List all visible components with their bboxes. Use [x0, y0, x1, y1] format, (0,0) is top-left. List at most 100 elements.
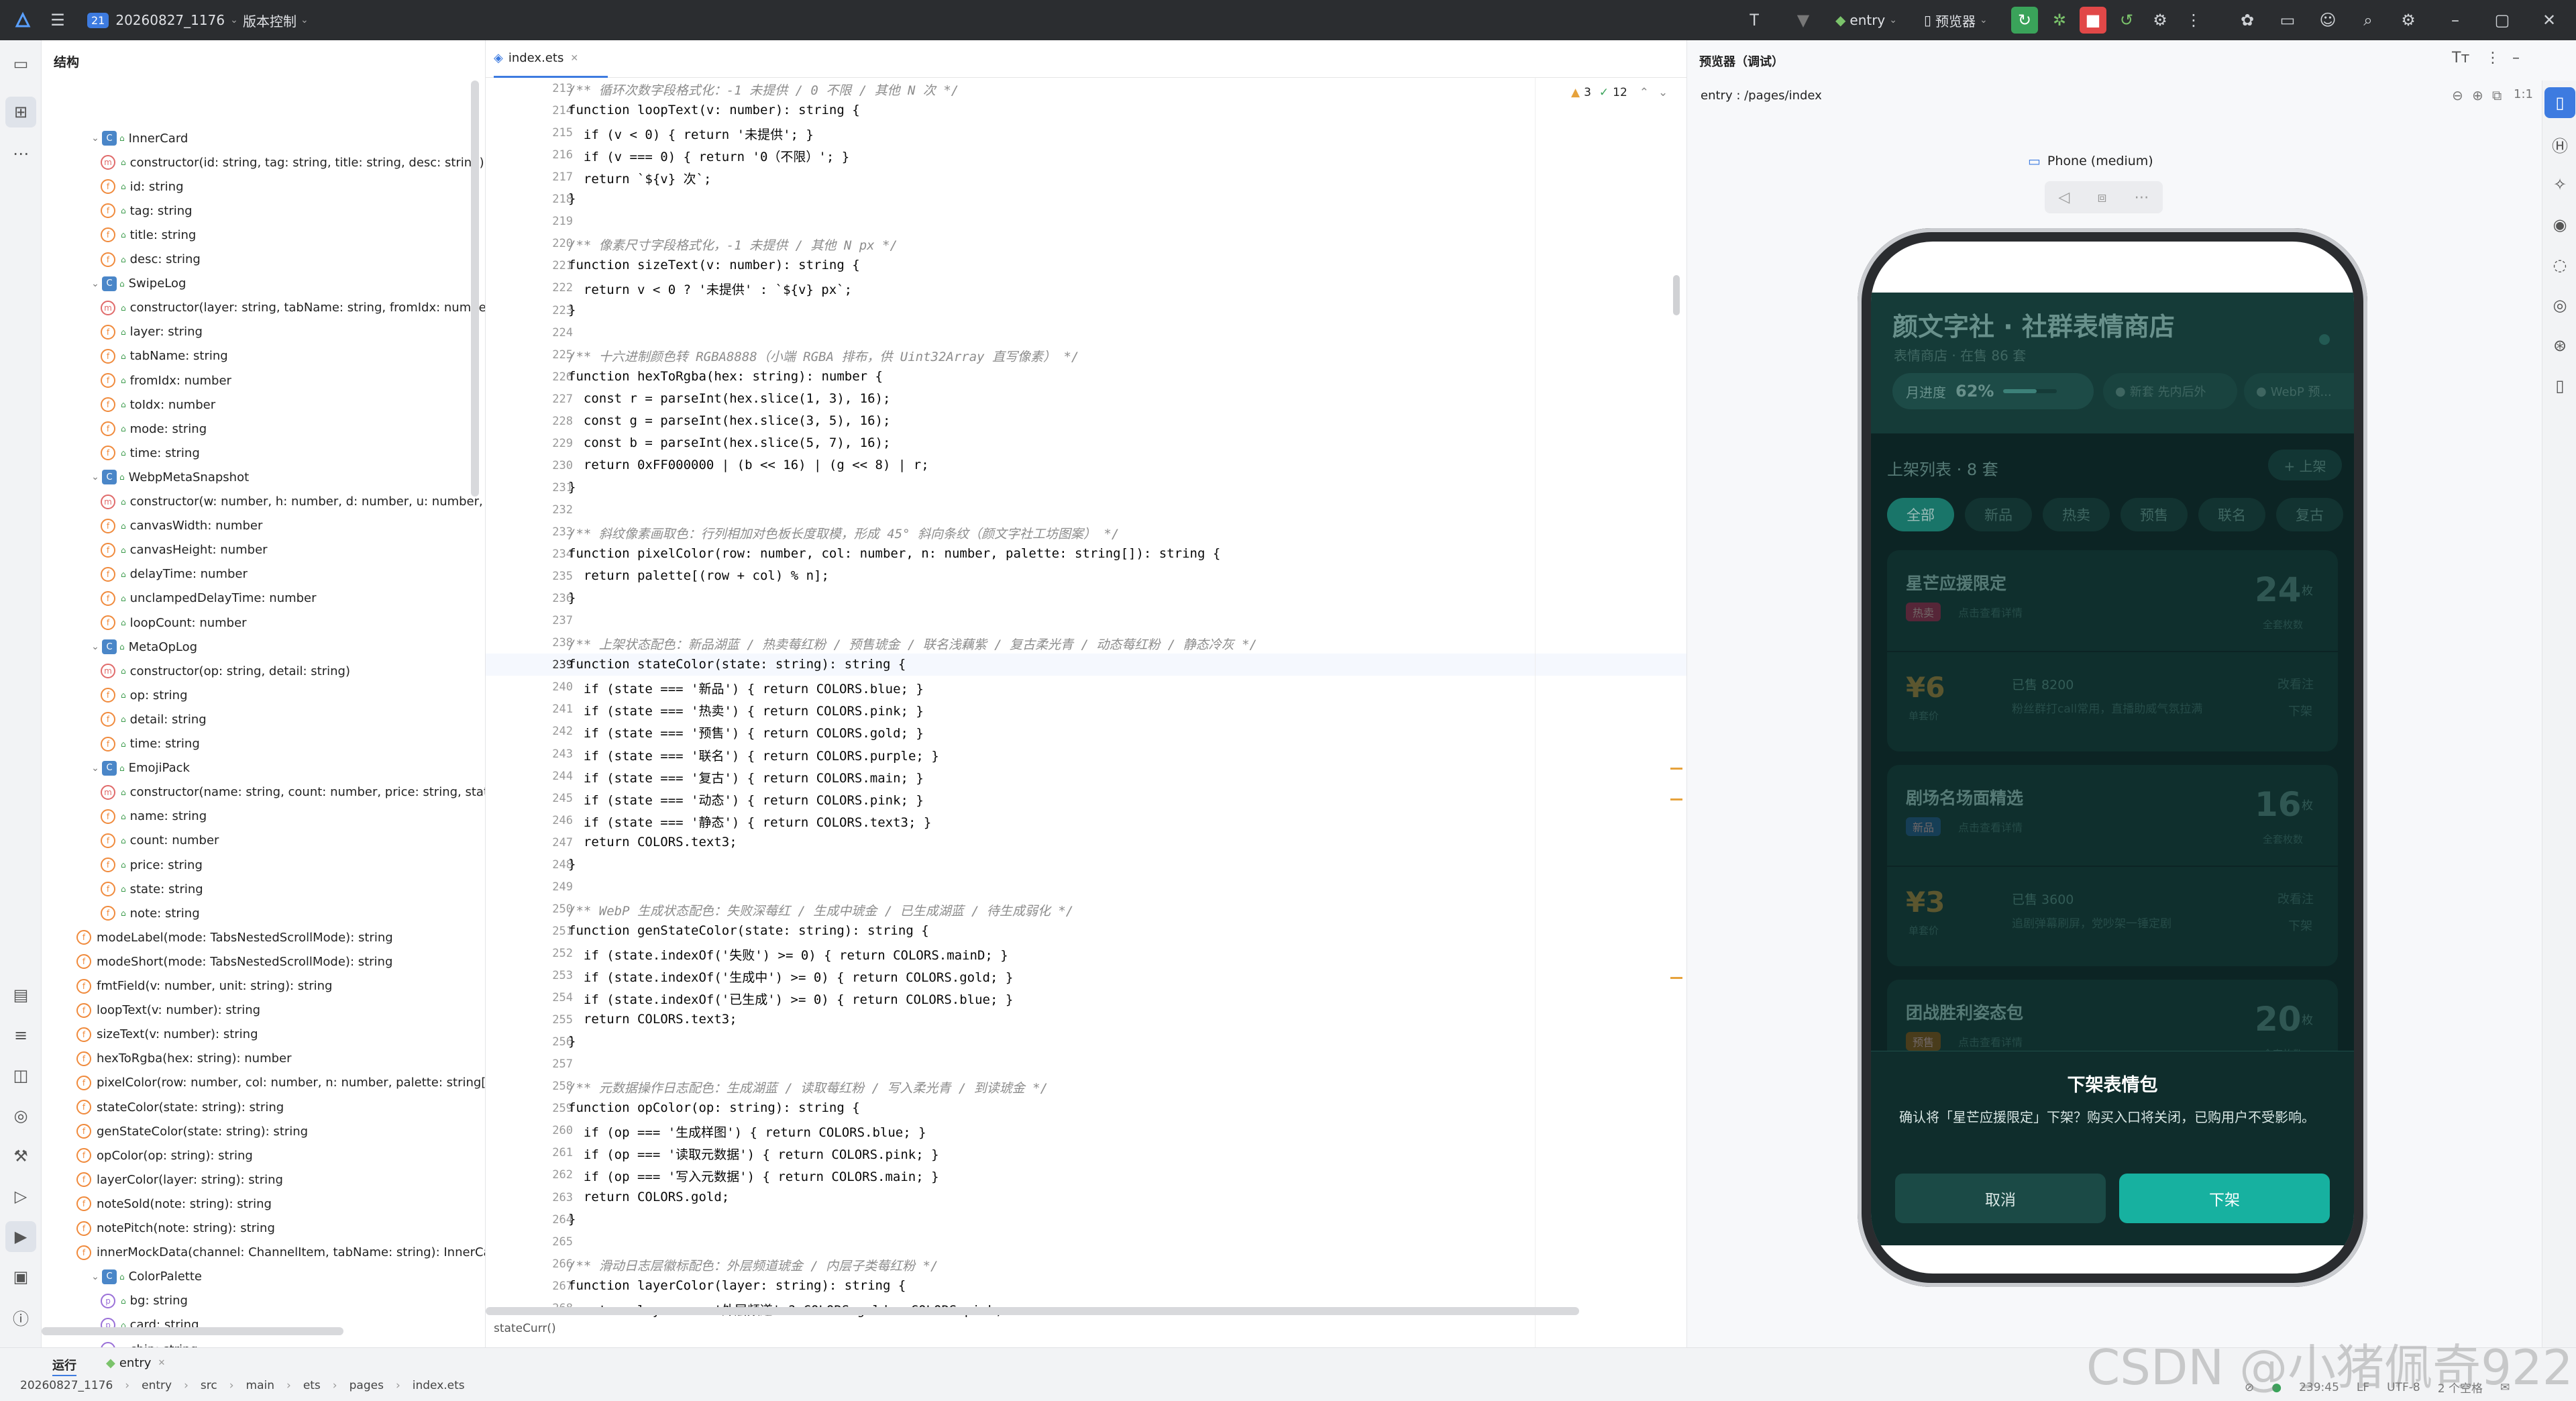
plugin-icon[interactable]: ✧	[2544, 169, 2575, 200]
refresh-run-icon[interactable]: ↻	[2011, 7, 2038, 34]
structure-item[interactable]: f ⌂ layer: string	[101, 320, 203, 344]
zoom-out-icon[interactable]: ⊖	[2452, 87, 2463, 103]
structure-item[interactable]: f ⌂ tag: string	[101, 199, 193, 223]
settings-gear-icon[interactable]: ✿	[2234, 7, 2261, 34]
structure-item[interactable]: m ⌂ constructor(op: string, detail: string…	[101, 659, 350, 683]
ratio-label[interactable]: 1:1	[2514, 87, 2533, 101]
gear-icon[interactable]: ⚙	[2395, 7, 2422, 34]
device-select[interactable]: ▯ 预览器 ⌄	[1924, 0, 1988, 40]
structure-item[interactable]: f genStateColor(state: string): string	[76, 1119, 308, 1143]
structure-item[interactable]: f ⌂ price: string	[101, 853, 203, 877]
fit-icon[interactable]: ⧉	[2492, 87, 2502, 103]
editor-vscrollbar[interactable]	[1673, 275, 1680, 315]
editor-breadcrumb[interactable]: stateCurr()	[494, 1322, 556, 1335]
structure-item[interactable]: f ⌂ count: number	[101, 829, 219, 853]
breadcrumb-item[interactable]: src	[201, 1379, 217, 1392]
structure-item[interactable]: ⌄ C ⌂ WebpMetaSnapshot	[89, 465, 249, 489]
structure-item[interactable]: f opColor(op: string): string	[76, 1143, 253, 1168]
structure-item[interactable]: f notePitch(note: string): string	[76, 1216, 275, 1241]
structure-item[interactable]: f modeShort(mode: TabsNestedScrollMode): …	[76, 949, 392, 974]
device-preview-icon[interactable]: ▯	[2544, 87, 2575, 118]
chevron-down-icon[interactable]: ⌄	[89, 763, 102, 774]
zoom-in-icon[interactable]: ⊕	[2472, 87, 2483, 103]
structure-item[interactable]: m ⌂ constructor(layer: string, tabName: st…	[101, 296, 485, 320]
services-icon[interactable]: ◎	[5, 1100, 36, 1131]
breadcrumb-item[interactable]: 20260827_1176	[20, 1379, 113, 1392]
maximize-icon[interactable]: ▢	[2489, 7, 2516, 34]
font-icon[interactable]: Ꭲ	[1741, 7, 1768, 34]
structure-item[interactable]: f ⌂ desc: string	[101, 248, 201, 272]
structure-item[interactable]: f stateColor(state: string): string	[76, 1095, 284, 1119]
harmony-icon[interactable]: Ⓗ	[2544, 129, 2575, 160]
more-icon[interactable]: ⋮	[2180, 7, 2207, 34]
structure-item[interactable]: f fmtField(v: number, unit: string): stri…	[76, 974, 332, 998]
structure-item[interactable]: f hexToRgba(hex: string): number	[76, 1047, 292, 1071]
structure-item[interactable]: f ⌂ canvasHeight: number	[101, 538, 268, 562]
inspection-widget[interactable]: ▲ 3 ✓ 12 ⌃ ⌄	[1571, 86, 1668, 99]
close-icon[interactable]: ✕	[2536, 7, 2563, 34]
editor-hscrollbar[interactable]	[486, 1307, 1579, 1315]
structure-item[interactable]: f ⌂ title: string	[101, 223, 196, 247]
structure-item[interactable]: f sizeText(v: number): string	[76, 1023, 258, 1047]
structure-item[interactable]: f noteSold(note: string): string	[76, 1192, 272, 1216]
structure-item[interactable]: f ⌂ mode: string	[101, 417, 207, 441]
terminal-icon[interactable]: ▣	[5, 1261, 36, 1292]
structure-scrollbar[interactable]	[471, 81, 479, 497]
sync-icon[interactable]: ↺	[2113, 7, 2140, 34]
confirm-unlist-button[interactable]: 下架	[2119, 1174, 2330, 1223]
structure-item[interactable]: f ⌂ toIdx: number	[101, 393, 215, 417]
structure-item[interactable]: f ⌂ tabName: string	[101, 344, 228, 368]
tab-index-ets[interactable]: ◈ index.ets ✕	[494, 40, 608, 78]
structure-item[interactable]: f pixelColor(row: number, col: number, n:…	[76, 1071, 485, 1095]
structure-item[interactable]: f ⌂ fromIdx: number	[101, 368, 231, 393]
structure-item[interactable]: ⌄ C ⌂ SwipeLog	[89, 272, 186, 296]
run-active-icon[interactable]: ▶	[5, 1221, 36, 1252]
structure-item[interactable]: m ⌂ constructor(w: number, h: number, d: n…	[101, 490, 485, 514]
back-icon[interactable]: ◁	[2059, 189, 2070, 206]
project-switcher[interactable]: 21 20260827_1176 ⌄	[87, 0, 238, 40]
main-menu-icon[interactable]: ☰	[44, 7, 71, 34]
structure-item[interactable]: f ⌂ detail: string	[101, 707, 207, 731]
structure-item[interactable]: m ⌂ constructor(id: string, tag: string, t…	[101, 150, 484, 174]
run-panel-icon[interactable]: ▷	[5, 1181, 36, 1212]
structure-item[interactable]: f loopText(v: number): string	[76, 998, 260, 1023]
debug-icon[interactable]: ✲	[2046, 7, 2073, 34]
structure-item[interactable]: f ⌂ op: string	[101, 683, 188, 707]
search-icon[interactable]: ⌕	[2355, 7, 2381, 34]
structure-item[interactable]: f ⌂ note: string	[101, 901, 200, 925]
minimize-panel-icon[interactable]: –	[2512, 50, 2520, 66]
close-tab-icon[interactable]: ✕	[570, 53, 578, 64]
profiler-icon[interactable]: ◫	[5, 1060, 36, 1091]
robot-icon[interactable]: ⊛	[2544, 330, 2575, 361]
bug-icon[interactable]: ⚙	[2147, 7, 2174, 34]
tab-entry-run[interactable]: ◆ entry ✕	[106, 1356, 165, 1370]
structure-item[interactable]: f innerMockData(channel: ChannelItem, tab…	[76, 1241, 485, 1265]
structure-item[interactable]: ⌄ C ⌂ InnerCard	[89, 126, 188, 150]
structure-item[interactable]: f ⌂ unclampedDelayTime: number	[101, 586, 317, 611]
more-horizontal-icon[interactable]: ⋯	[2134, 189, 2149, 206]
structure-item[interactable]: f layerColor(layer: string): string	[76, 1168, 283, 1192]
breadcrumb-item[interactable]: pages	[350, 1379, 384, 1392]
structure-item[interactable]: p ⌂ bg: string	[101, 1289, 188, 1313]
project-folder-icon[interactable]: ▭	[5, 48, 36, 79]
font-size-icon[interactable]: Tт	[2452, 50, 2469, 66]
chevron-down-icon[interactable]: ⌄	[89, 472, 102, 482]
build-icon[interactable]: ⚒	[5, 1141, 36, 1172]
run-config-select[interactable]: ◆ entry ⌄	[1835, 0, 1897, 40]
structure-item[interactable]: f modeLabel(mode: TabsNestedScrollMode): …	[76, 925, 393, 949]
chevron-down-icon[interactable]: ⌄	[89, 641, 102, 652]
structure-item[interactable]: f ⌂ delayTime: number	[101, 562, 248, 586]
minimize-icon[interactable]: –	[2442, 7, 2469, 34]
structure-item[interactable]: f ⌂ canvasWidth: number	[101, 514, 262, 538]
folder-icon[interactable]: ▭	[2274, 7, 2301, 34]
close-tab-icon[interactable]: ✕	[158, 1358, 165, 1368]
hammer-icon[interactable]: ▼	[1790, 7, 1817, 34]
more-horizontal-icon[interactable]: ⋯	[5, 138, 36, 169]
user-icon[interactable]: ☺	[2314, 7, 2341, 34]
breadcrumb-item[interactable]: main	[246, 1379, 274, 1392]
structure-item[interactable]: ⌄ C ⌂ MetaOpLog	[89, 635, 197, 659]
structure-item[interactable]: ⌄ C ⌂ EmojiPack	[89, 756, 190, 780]
structure-item[interactable]: f ⌂ name: string	[101, 805, 207, 829]
cancel-button[interactable]: 取消	[1895, 1174, 2106, 1223]
chevron-down-icon[interactable]: ⌄	[89, 1272, 102, 1282]
